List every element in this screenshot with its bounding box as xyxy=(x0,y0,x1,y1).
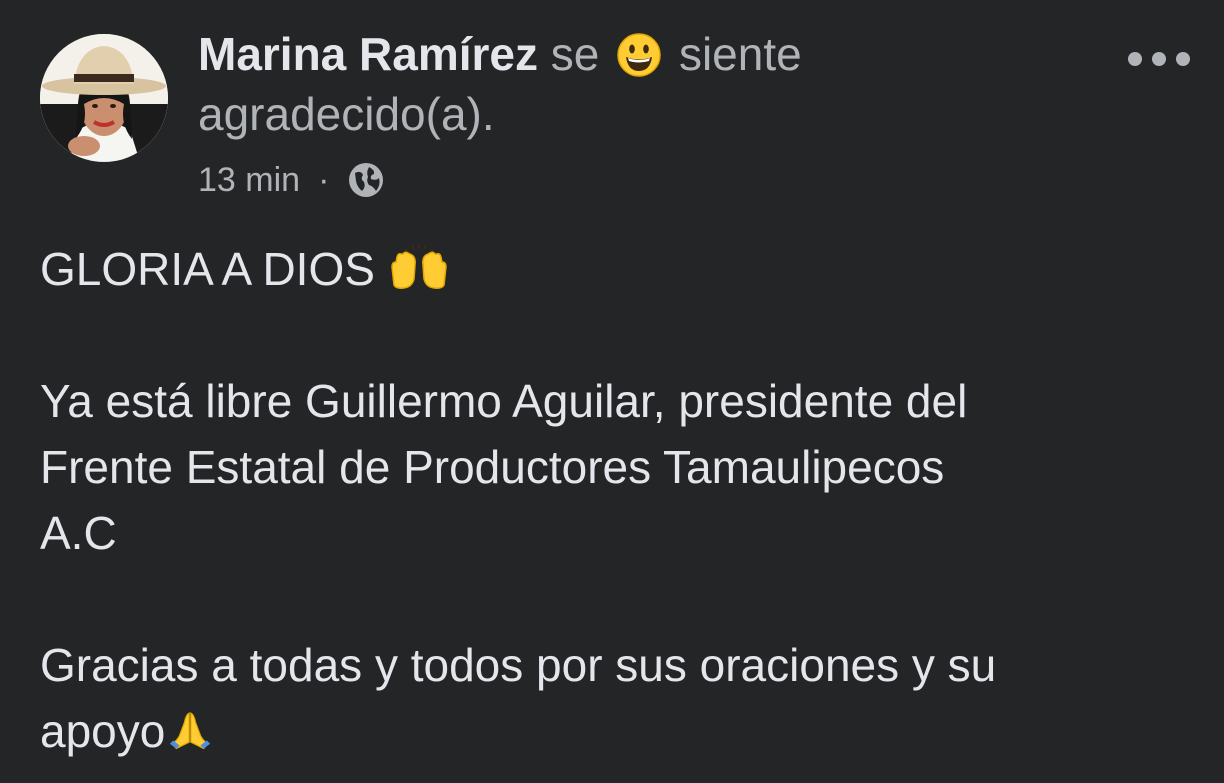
post-line: A.C xyxy=(40,507,117,559)
more-dot xyxy=(1152,52,1166,66)
more-dot xyxy=(1176,52,1190,66)
post-body: GLORIA A DIOS Ya está libre Guillermo Ag… xyxy=(40,236,1190,764)
post-line: apoyo xyxy=(40,698,1190,764)
raising-hands-emoji-icon xyxy=(390,245,447,289)
meta-separator: · xyxy=(318,161,330,199)
avatar-photo xyxy=(40,34,168,162)
post-line: Gracias a todas y todos por sus oracione… xyxy=(40,639,997,691)
author-avatar[interactable] xyxy=(40,34,168,162)
post-line-text: GLORIA A DIOS xyxy=(40,243,375,295)
post-line: Frente Estatal de Productores Tamaulipec… xyxy=(40,441,945,493)
grinning-face-emoji-icon xyxy=(617,33,661,77)
feeling-prefix: se xyxy=(550,28,600,80)
author-name[interactable]: Marina Ramírez xyxy=(198,28,538,80)
post-line: GLORIA A DIOS xyxy=(40,236,1190,302)
more-dot xyxy=(1128,52,1142,66)
globe-icon[interactable] xyxy=(347,161,385,199)
feeling-label[interactable]: agradecido(a). xyxy=(198,88,495,140)
post-timestamp[interactable]: 13 min xyxy=(198,158,300,202)
feeling-suffix: siente xyxy=(678,28,802,80)
folded-hands-emoji-icon xyxy=(170,712,211,750)
post-line: Ya está libre Guillermo Aguilar, preside… xyxy=(40,375,968,427)
more-options-icon[interactable] xyxy=(1128,46,1190,72)
post-card: Marina Ramírez se siente agradecido(a). … xyxy=(0,0,1224,783)
post-meta: 13 min · xyxy=(198,158,385,202)
post-line-text: apoyo xyxy=(40,705,166,757)
post-header: Marina Ramírez se siente agradecido(a). xyxy=(198,24,958,144)
